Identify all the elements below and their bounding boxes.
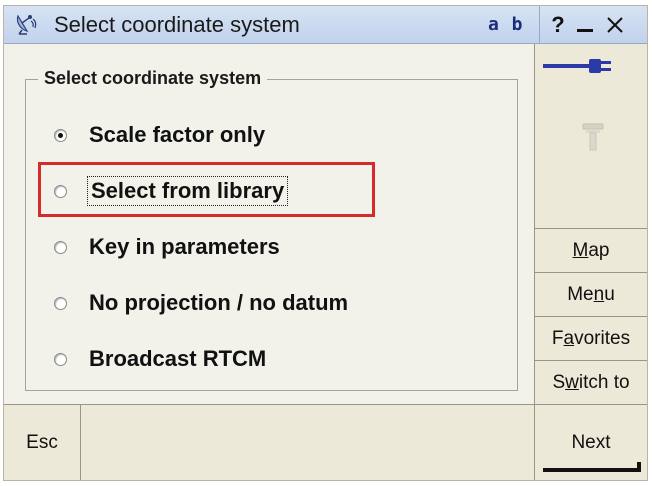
close-button[interactable]: [602, 11, 628, 38]
next-label: Next: [571, 431, 611, 453]
minimize-icon: [577, 28, 593, 32]
right-panel: Map Me n u Fa vorites Sw itch to: [534, 44, 647, 404]
status-area: [535, 44, 647, 229]
satellite-dish-icon: [16, 14, 37, 35]
close-icon: [607, 16, 623, 33]
default-button-indicator: [543, 462, 641, 472]
input-mode-indicator[interactable]: a b: [488, 14, 524, 35]
radio-button[interactable]: [54, 296, 67, 310]
antenna-icon: [582, 123, 604, 151]
highlight-box: [38, 162, 375, 217]
title-bar: Select coordinate system a b ?: [4, 6, 647, 44]
map-button[interactable]: Map: [535, 229, 647, 273]
esc-button[interactable]: Esc: [4, 405, 81, 480]
radio-label: Key in parameters: [89, 234, 280, 259]
radio-no-projection[interactable]: No projection / no datum: [54, 285, 348, 321]
group-legend: Select coordinate system: [38, 68, 268, 89]
content-pane: Select coordinate system Scale factor on…: [4, 44, 534, 404]
title-separator: [539, 6, 540, 44]
radio-broadcast-rtcm[interactable]: Broadcast RTCM: [54, 341, 266, 377]
favorites-button[interactable]: Fa vorites: [535, 317, 647, 361]
radio-key-in-parameters[interactable]: Key in parameters: [54, 229, 280, 265]
radio-label: Scale factor only: [89, 122, 266, 147]
coordinate-system-dialog: Select coordinate system a b ? Select co…: [3, 5, 648, 481]
radio-label: Broadcast RTCM: [89, 346, 267, 371]
window-title: Select coordinate system: [54, 12, 300, 37]
radio-button[interactable]: [54, 240, 67, 254]
bottom-bar: Esc Next: [4, 404, 647, 480]
menu-button[interactable]: Me n u: [535, 273, 647, 317]
next-button[interactable]: Next: [534, 405, 647, 480]
radio-button-checked[interactable]: [54, 128, 67, 142]
minimize-button[interactable]: [572, 11, 598, 38]
plug-icon: [543, 59, 611, 73]
switch-to-button[interactable]: Sw itch to: [535, 361, 647, 405]
radio-button[interactable]: [54, 352, 67, 366]
help-button[interactable]: ?: [545, 11, 571, 38]
radio-scale-factor-only[interactable]: Scale factor only: [54, 117, 265, 153]
radio-label: No projection / no datum: [89, 290, 349, 315]
